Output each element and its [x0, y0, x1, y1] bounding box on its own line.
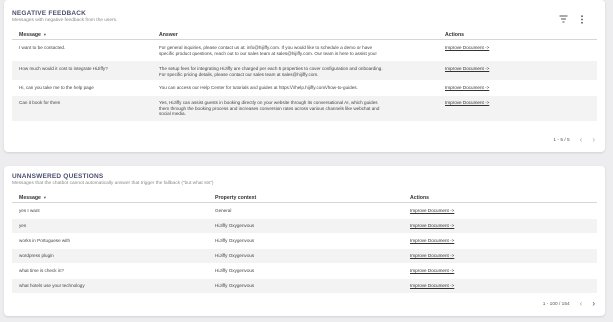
card-title: NEGATIVE FEEDBACK	[12, 10, 87, 17]
table-row: works in Portuguese with HiJiffy Oxygenv…	[12, 234, 597, 248]
column-header-actions: Actions	[445, 32, 465, 38]
improve-document-link[interactable]: Improve Document ->	[410, 223, 454, 228]
row-property: HiJiffy Oxygenvous	[215, 268, 255, 273]
row-property: HiJiffy Oxygenvous	[215, 283, 255, 288]
table-row: I want to be contacted. For general inqu…	[12, 41, 597, 60]
pagination: 1 - 100 / 154 ‹ ›	[543, 300, 595, 308]
next-page-icon[interactable]: ›	[592, 300, 595, 308]
improve-document-link[interactable]: Improve Document ->	[410, 238, 454, 243]
table-row: Can it book for them Yes, HiJiffy can as…	[12, 96, 597, 121]
sort-down-icon: ▼	[42, 195, 47, 200]
improve-document-link[interactable]: Improve Document ->	[445, 85, 489, 90]
row-answer: them through the booking process and inc…	[159, 105, 380, 111]
previous-page-icon[interactable]: ‹	[580, 136, 583, 144]
table-row: yes HiJiffy Oxygenvous Improve Document …	[12, 219, 597, 233]
improve-document-link[interactable]: Improve Document ->	[445, 66, 489, 71]
row-answer: You can access our Help Center for tutor…	[159, 85, 358, 90]
pagination: 1 - 5 / 5 ‹ ›	[553, 136, 595, 144]
column-header-actions: Actions	[410, 195, 430, 201]
row-message: yes I want	[19, 208, 40, 213]
row-message: wordpress plugin	[19, 253, 54, 258]
card-title: UNANSWERED QUESTIONS	[12, 173, 104, 180]
card-toolbar	[558, 14, 587, 24]
improve-document-link[interactable]: Improve Document ->	[410, 268, 454, 273]
row-message: yes	[19, 223, 27, 228]
row-property: HiJiffy Oxygenvous	[215, 238, 255, 243]
card-subtitle: Messages that the chatbot cannot automat…	[12, 181, 214, 186]
table-header: Message ▼ Property context Actions	[12, 193, 597, 203]
row-answer: For specific pricing details, please con…	[159, 71, 319, 77]
improve-document-link[interactable]: Improve Document ->	[410, 208, 454, 213]
column-header-message[interactable]: Message ▼	[19, 32, 47, 38]
next-page-icon[interactable]: ›	[592, 136, 595, 144]
table-row: what hotels use your technology HiJiffy …	[12, 279, 597, 293]
row-answer: social media.	[159, 111, 186, 116]
more-vertical-icon[interactable]	[577, 14, 587, 24]
table-row: Hi, can you take me to the help page You…	[12, 81, 597, 95]
sort-down-icon: ▼	[42, 32, 47, 37]
table-row: what time is check in? HiJiffy Oxygenvou…	[12, 264, 597, 278]
column-header-answer: Answer	[159, 32, 178, 38]
improve-document-link[interactable]: Improve Document ->	[410, 253, 454, 258]
column-header-property: Property context	[215, 195, 257, 201]
table-header: Message ▼ Answer Actions	[12, 30, 597, 40]
row-message: what time is check in?	[19, 268, 64, 273]
unanswered-questions-card: UNANSWERED QUESTIONS Messages that the c…	[4, 166, 605, 316]
row-property: HiJiffy Oxygenvous	[215, 223, 255, 228]
negative-feedback-card: NEGATIVE FEEDBACK Messages with negative…	[4, 0, 605, 152]
row-message: I want to be contacted.	[19, 45, 66, 50]
pagination-range: 1 - 5 / 5	[553, 137, 570, 143]
row-message: works in Portuguese with	[19, 238, 71, 243]
table-row: wordpress plugin HiJiffy Oxygenvous Impr…	[12, 249, 597, 263]
pagination-range: 1 - 100 / 154	[542, 301, 570, 307]
improve-document-link[interactable]: Improve Document ->	[445, 100, 489, 105]
improve-document-link[interactable]: Improve Document ->	[410, 283, 454, 288]
row-message: what hotels use your technology	[19, 283, 85, 288]
row-answer: specific product questions, reach out to…	[159, 50, 377, 56]
row-message: How much would it cost to integrate HiJi…	[19, 66, 108, 71]
card-subtitle: Messages with negative feedback from the…	[12, 18, 118, 23]
row-property: HiJiffy Oxygenvous	[215, 253, 255, 258]
previous-page-icon[interactable]: ‹	[580, 300, 583, 308]
improve-document-link[interactable]: Improve Document ->	[445, 45, 489, 50]
row-message: Hi, can you take me to the help page	[19, 85, 94, 90]
filter-icon[interactable]	[558, 14, 568, 24]
row-message: Can it book for them	[19, 100, 61, 105]
table-row: yes I want General Improve Document ->	[12, 204, 597, 218]
table-row: How much would it cost to integrate HiJi…	[12, 61, 597, 80]
row-property: General	[215, 208, 232, 213]
column-header-message[interactable]: Message ▼	[19, 195, 47, 201]
